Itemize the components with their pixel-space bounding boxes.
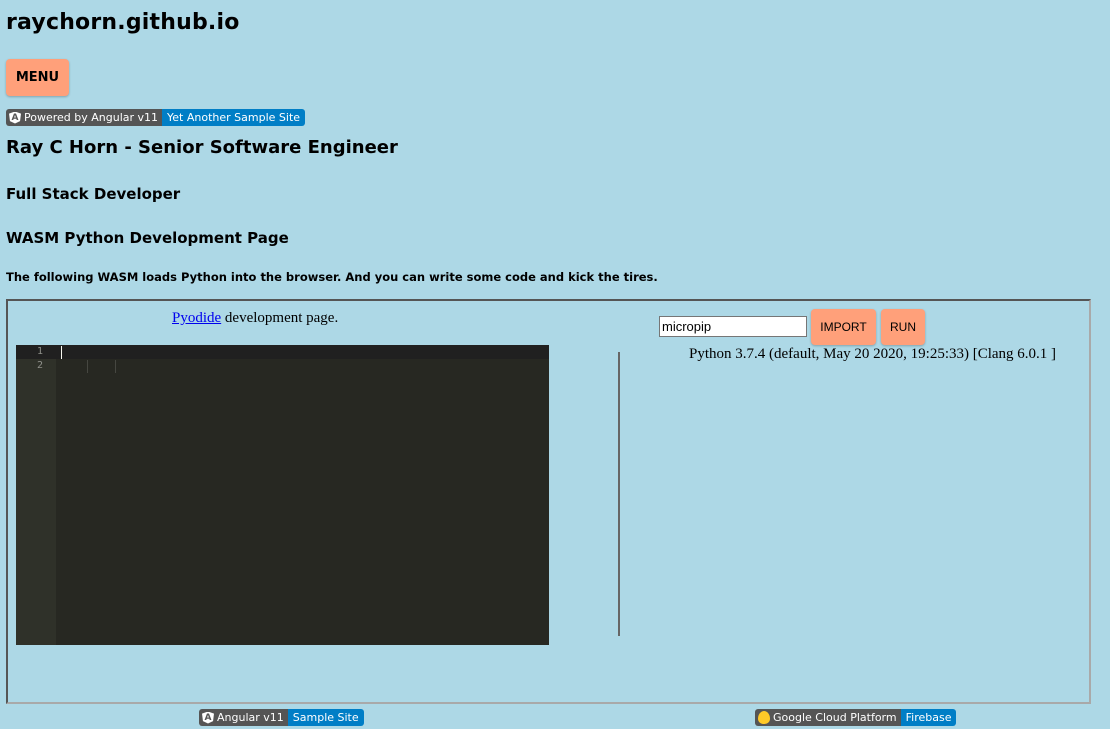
editor-active-line bbox=[16, 345, 549, 359]
site-title: raychorn.github.io bbox=[6, 10, 240, 35]
run-button[interactable]: RUN bbox=[881, 309, 925, 345]
pyodide-caption: Pyodide development page. bbox=[172, 310, 338, 327]
intro-text: The following WASM loads Python into the… bbox=[6, 270, 658, 284]
angular-badge[interactable]: A Angular v11 Sample Site bbox=[199, 709, 364, 726]
badge-left-label: Powered by Angular v11 bbox=[24, 111, 159, 124]
badge-left-label: Google Cloud Platform bbox=[773, 711, 897, 724]
pane-divider[interactable] bbox=[618, 352, 620, 636]
pyodide-link[interactable]: Pyodide bbox=[172, 310, 221, 326]
indent-guide bbox=[115, 360, 116, 373]
text-cursor bbox=[61, 346, 62, 359]
python-version-output: Python 3.7.4 (default, May 20 2020, 19:2… bbox=[689, 346, 1057, 362]
import-button[interactable]: IMPORT bbox=[811, 309, 876, 345]
angular-icon: A bbox=[9, 111, 21, 124]
package-name-input[interactable] bbox=[659, 316, 807, 337]
badge-right-label: Sample Site bbox=[287, 709, 364, 726]
page-heading-role: Full Stack Developer bbox=[6, 185, 181, 203]
badge-right-label: Yet Another Sample Site bbox=[162, 109, 306, 126]
editor-gutter bbox=[16, 345, 56, 645]
badge-left-label: Angular v11 bbox=[217, 711, 284, 724]
pyodide-caption-suffix: development page. bbox=[221, 310, 339, 326]
page-heading-wasm: WASM Python Development Page bbox=[6, 229, 289, 247]
line-number: 1 bbox=[36, 346, 43, 357]
badge-right-label: Firebase bbox=[900, 709, 957, 726]
indent-guide bbox=[87, 360, 88, 373]
page-heading-name: Ray C Horn - Senior Software Engineer bbox=[6, 137, 398, 158]
angular-icon: A bbox=[202, 711, 214, 724]
powered-by-badge[interactable]: A Powered by Angular v11 Yet Another Sam… bbox=[6, 109, 306, 126]
line-number: 2 bbox=[36, 360, 43, 371]
gcp-firebase-badge[interactable]: Google Cloud Platform Firebase bbox=[755, 709, 957, 726]
menu-button[interactable]: MENU bbox=[6, 59, 69, 96]
code-editor[interactable]: 1 2 bbox=[16, 345, 549, 645]
firebase-icon bbox=[758, 711, 770, 724]
